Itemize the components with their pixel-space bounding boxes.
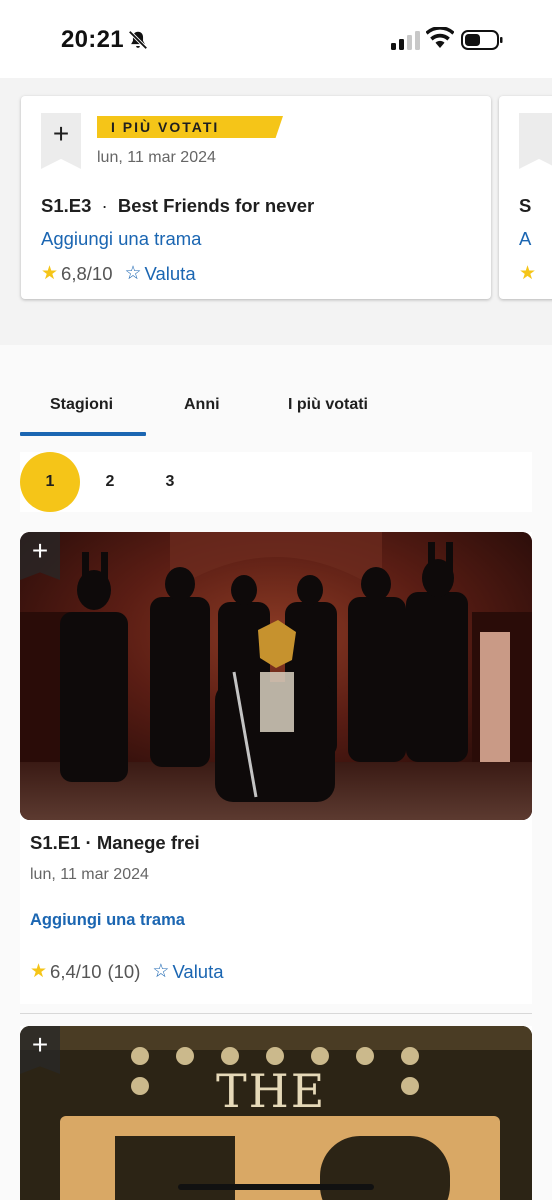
season-1-button[interactable]: 1 [20, 452, 80, 512]
rate-button[interactable]: ☆ Valuta [152, 960, 223, 983]
top-rated-episode-card[interactable]: + I PIÙ VOTATI lun, 11 mar 2024 S1.E3 · … [21, 96, 491, 299]
episode-name: Best Friends for never [117, 195, 315, 216]
episode-card[interactable]: + S1.E1 · Manege frei lun, 11 mar 2024 A… [20, 532, 532, 1004]
star-icon: ★ [41, 263, 59, 284]
plus-icon: + [31, 535, 49, 566]
title-separator: · [101, 195, 108, 216]
episode-title: S [519, 195, 532, 216]
add-plot-link[interactable]: Aggiungi una trama [41, 228, 201, 250]
status-bar: 20:21 [0, 0, 552, 78]
star-icon: ★ [519, 263, 537, 284]
rating-value: 6,4/10 [50, 960, 102, 982]
add-plot-link[interactable]: A [519, 228, 531, 250]
top-rated-episode-card-next[interactable]: S A ★ [499, 96, 552, 299]
bell-muted-icon [128, 30, 148, 50]
add-to-watchlist-button[interactable]: + [41, 113, 81, 169]
home-indicator [178, 1184, 374, 1190]
season-3-button[interactable]: 3 [140, 452, 200, 512]
episode-date: lun, 11 mar 2024 [30, 866, 149, 883]
screen: 20:21 + I PIÙ VOTATI lun, 11 mar 2024 S1… [0, 0, 552, 1200]
season-2-button[interactable]: 2 [80, 452, 140, 512]
rate-label: Valuta [172, 960, 224, 982]
episode-code: S1.E3 [41, 195, 92, 216]
rating-row: ★ 6,8/10 ☆ Valuta [41, 262, 196, 285]
episode-thumbnail[interactable]: THE + [20, 1026, 532, 1200]
episode-tabs: Stagioni Anni I più votati [0, 345, 552, 437]
top-rated-carousel[interactable]: + I PIÙ VOTATI lun, 11 mar 2024 S1.E3 · … [0, 78, 552, 330]
episode-date: lun, 11 mar 2024 [97, 149, 216, 166]
episode-thumbnail[interactable]: + [20, 532, 532, 820]
star-outline-icon: ☆ [152, 961, 170, 982]
battery-icon [461, 30, 503, 50]
tab-seasons[interactable]: Stagioni [50, 396, 113, 414]
tab-top-rated[interactable]: I più votati [288, 396, 368, 414]
rating-row: ★ [519, 262, 539, 285]
tab-years[interactable]: Anni [184, 396, 220, 414]
poster-title-text: THE [216, 1064, 327, 1118]
star-outline-icon: ☆ [124, 263, 142, 284]
plus-icon: + [52, 118, 70, 149]
cellular-signal-icon [391, 31, 420, 50]
rate-button[interactable]: ☆ Valuta [124, 262, 195, 285]
vote-count: (10) [107, 960, 141, 982]
episode-divider [20, 1013, 532, 1014]
rating-value: 6,8/10 [61, 262, 113, 284]
episodes-section: Stagioni Anni I più votati 1 2 3 + S1.E1… [0, 345, 552, 1200]
rate-label: Valuta [144, 262, 196, 284]
episode-still-image [20, 532, 532, 820]
star-icon: ★ [30, 961, 48, 982]
clock: 20:21 [61, 26, 124, 53]
episode-title[interactable]: S1.E3 · Best Friends for never [41, 195, 314, 217]
season-selector: 1 2 3 [20, 452, 532, 512]
top-rated-badge: I PIÙ VOTATI [97, 116, 283, 138]
add-plot-link[interactable]: Aggiungi una trama [30, 911, 185, 930]
episode-title[interactable]: S1.E1 · Manege frei [30, 832, 200, 854]
plus-icon: + [31, 1029, 49, 1060]
episode-card[interactable]: THE + [20, 1026, 532, 1200]
add-to-watchlist-button[interactable] [519, 113, 552, 169]
rating-row: ★ 6,4/10 (10) ☆ Valuta [30, 960, 224, 983]
active-tab-indicator [20, 432, 146, 436]
wifi-icon [426, 27, 454, 48]
